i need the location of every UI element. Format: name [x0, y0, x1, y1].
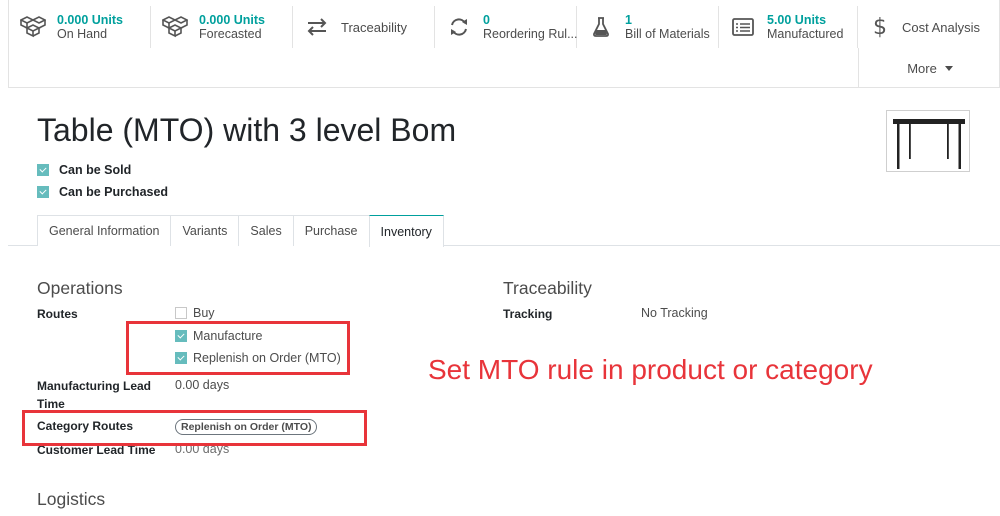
route-buy-checkbox[interactable] [175, 307, 187, 319]
cost-analysis-button[interactable]: $ Cost Analysis [858, 6, 1000, 48]
smart-button-bar: 0.000 Units On Hand 0.000 Units Forecasted… [8, 0, 1000, 88]
can-be-purchased-row: Can be Purchased [37, 185, 168, 199]
more-dropdown[interactable]: More [858, 48, 1000, 88]
on-hand-value: 0.000 Units [57, 13, 124, 27]
exchange-arrows-icon [293, 18, 341, 36]
cubes-icon [9, 16, 57, 38]
lead-label-line2: Time [37, 397, 65, 411]
dollar-icon: $ [873, 14, 887, 40]
manufacturing-lead-time-value[interactable]: 0.00 days [175, 378, 229, 392]
bom-label: Bill of Materials [625, 27, 710, 41]
list-icon [719, 18, 767, 36]
manufacturing-lead-time-label: Manufacturing Lead Time [37, 377, 151, 413]
notebook-tabs: General Information Variants Sales Purch… [37, 215, 444, 247]
bill-of-materials-button[interactable]: 1 Bill of Materials [577, 6, 719, 48]
logistics-heading: Logistics [37, 489, 106, 509]
routes-label: Routes [37, 307, 78, 321]
can-be-sold-checkbox[interactable] [37, 164, 49, 176]
manufactured-label: Manufactured [767, 27, 844, 41]
refresh-icon [435, 17, 483, 37]
annotation-category-highlight [22, 410, 367, 446]
traceability-heading: Traceability [503, 278, 592, 298]
manufactured-value: 5.00 Units [767, 13, 827, 27]
can-be-sold-row: Can be Sold [37, 163, 131, 177]
forecasted-button[interactable]: 0.000 Units Forecasted [151, 6, 293, 48]
on-hand-label: On Hand [57, 27, 108, 41]
caret-down-icon [944, 65, 953, 71]
can-be-purchased-checkbox[interactable] [37, 186, 49, 198]
tab-general-information[interactable]: General Information [37, 215, 171, 246]
product-image[interactable] [886, 110, 970, 172]
route-buy-label: Buy [193, 306, 215, 320]
product-title[interactable]: Table (MTO) with 3 level Bom [37, 112, 456, 149]
more-label: More [907, 60, 937, 76]
tab-sales[interactable]: Sales [238, 215, 293, 246]
cost-analysis-label: Cost Analysis [902, 19, 981, 35]
tab-purchase[interactable]: Purchase [292, 215, 369, 246]
can-be-purchased-label: Can be Purchased [59, 185, 169, 199]
cubes-icon [151, 16, 199, 38]
tracking-value[interactable]: No Tracking [641, 306, 708, 320]
tab-inventory[interactable]: Inventory [368, 215, 444, 247]
reordering-rules-button[interactable]: 0 Reordering Rul... [435, 6, 578, 48]
annotation-text: Set MTO rule in product or category [428, 354, 873, 385]
route-buy[interactable]: Buy [175, 306, 215, 320]
reordering-rules-count: 0 [483, 13, 490, 27]
operations-heading: Operations [37, 278, 123, 298]
forecasted-value: 0.000 Units [199, 13, 266, 27]
bom-count: 1 [625, 13, 632, 27]
forecasted-label: Forecasted [199, 27, 262, 41]
on-hand-button[interactable]: 0.000 Units On Hand [9, 6, 151, 48]
flask-icon [577, 17, 625, 37]
can-be-sold-label: Can be Sold [59, 163, 132, 177]
tab-variants[interactable]: Variants [170, 215, 239, 246]
traceability-button[interactable]: Traceability [293, 6, 435, 48]
traceability-label: Traceability [341, 19, 407, 35]
annotation-routes-highlight [126, 321, 350, 375]
lead-label-line1: Manufacturing Lead [37, 379, 152, 393]
manufactured-button[interactable]: 5.00 Units Manufactured [719, 6, 858, 48]
tracking-label: Tracking [503, 307, 553, 321]
reordering-rules-label: Reordering Rul... [483, 27, 578, 41]
